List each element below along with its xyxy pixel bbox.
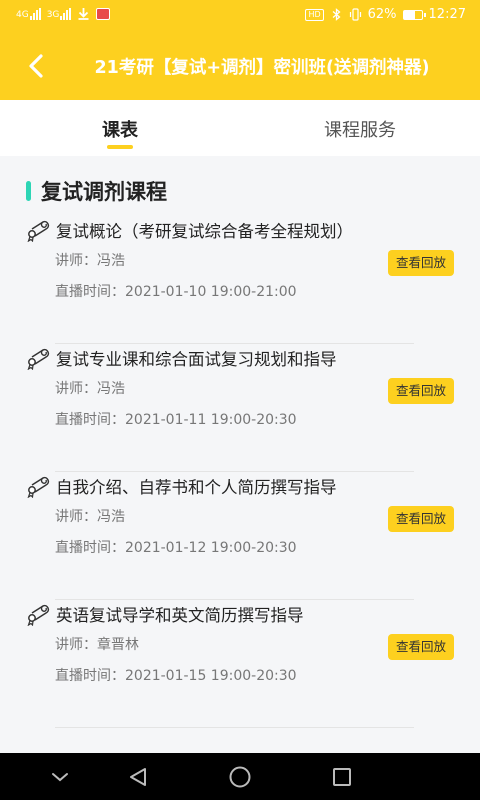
course-title: 英语复试导学和英文简历撰写指导 [56,606,304,625]
signal-1-label: 4G [16,9,29,20]
tab-schedule[interactable]: 课表 [0,100,240,156]
tab-label: 课程服务 [324,120,396,141]
divider [55,727,414,728]
download-icon [77,7,90,20]
status-left: 4G 3G [16,7,111,20]
tab-course-service[interactable]: 课程服务 [240,100,480,156]
system-nav-bar [0,753,480,800]
section-accent-bar [26,181,31,201]
course-teacher: 讲师：章晋林 [55,637,139,653]
app-notification-icon [96,7,111,20]
course-title: 复试专业课和综合面试复习规划和指导 [56,350,337,369]
section-header: 复试调剂课程 [26,176,167,206]
signal-bars-icon [60,7,72,20]
view-replay-button[interactable]: 查看回放 [388,634,454,660]
status-right: HD 62% 12:27 [305,7,466,22]
battery-percent: 62% [367,7,397,22]
list-item[interactable]: 复试专业课和综合面试复习规划和指导 讲师：冯浩 直播时间：2021-01-11 … [26,344,454,472]
chevron-down-icon [52,773,68,782]
nav-hide-button[interactable] [46,763,74,791]
signal-1: 4G [16,7,41,20]
page-title: 21考研【复试+调剂】密训班(送调剂神器) [94,58,430,78]
square-recent-icon [333,768,351,786]
list-item[interactable]: 复试概论（考研复试综合备考全程规划） 讲师：冯浩 直播时间：2021-01-10… [26,216,454,344]
triangle-back-icon [130,768,146,786]
section-title: 复试调剂课程 [41,180,167,204]
view-replay-button[interactable]: 查看回放 [388,250,454,276]
nav-back-button[interactable] [124,763,152,791]
list-item[interactable]: 英语复试导学和英文简历撰写指导 讲师：章晋林 直播时间：2021-01-15 1… [26,600,454,728]
chevron-left-icon [29,54,43,78]
tab-active-indicator [107,145,133,149]
course-list[interactable]: 复试调剂课程 复试概论（考研复试综合备考全程规划） 讲师：冯浩 直播时间：202… [0,156,480,753]
diploma-icon [27,348,50,370]
diploma-icon [27,604,50,626]
course-title: 复试概论（考研复试综合备考全程规划） [56,222,353,241]
app-bar: 21考研【复试+调剂】密训班(送调剂神器) [0,32,480,100]
view-replay-button[interactable]: 查看回放 [388,378,454,404]
clock: 12:27 [428,7,466,22]
tab-bar: 课表 课程服务 [0,100,480,156]
back-button[interactable] [18,48,54,84]
course-time: 直播时间：2021-01-15 19:00-20:30 [55,668,297,684]
hd-badge: HD [305,8,324,21]
course-time: 直播时间：2021-01-10 19:00-21:00 [55,284,297,300]
diploma-icon [27,476,50,498]
course-teacher: 讲师：冯浩 [55,381,125,397]
view-replay-button[interactable]: 查看回放 [388,506,454,532]
circle-home-icon [229,766,251,788]
nav-home-button[interactable] [226,763,254,791]
list-item[interactable]: 自我介绍、自荐书和个人简历撰写指导 讲师：冯浩 直播时间：2021-01-12 … [26,472,454,600]
battery-icon [402,9,426,20]
course-time: 直播时间：2021-01-12 19:00-20:30 [55,540,297,556]
course-time: 直播时间：2021-01-11 19:00-20:30 [55,412,297,428]
signal-2: 3G [46,7,72,20]
course-title: 自我介绍、自荐书和个人简历撰写指导 [56,478,337,497]
course-teacher: 讲师：冯浩 [55,509,125,525]
vibrate-icon [349,8,362,21]
course-teacher: 讲师：冯浩 [55,253,125,269]
tab-label: 课表 [102,120,138,141]
bluetooth-icon [330,8,343,21]
signal-bars-icon [29,7,41,20]
signal-2-label: 3G [46,9,60,20]
status-bar: 4G 3G HD 62% 12:27 [0,0,480,32]
battery-fill [403,10,415,19]
nav-recent-button[interactable] [328,763,356,791]
diploma-icon [27,220,50,242]
